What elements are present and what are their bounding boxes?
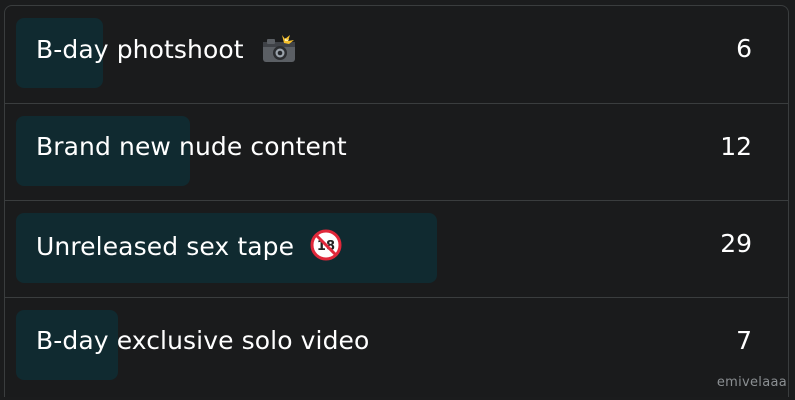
vote-count: 12 (720, 132, 752, 161)
no-under-18-icon: 18 (310, 229, 342, 267)
poll-option-label: Unreleased sex tape (36, 232, 295, 261)
vote-count: 7 (736, 326, 752, 355)
poll-option-label: B-day photshoot (36, 35, 244, 64)
poll-results-panel: B-day photshoot 6 Brand new nude content… (4, 5, 789, 397)
poll-option-row[interactable]: Brand new nude content 12 (5, 103, 788, 200)
camera-flash-icon (260, 34, 298, 70)
poll-option-row[interactable]: B-day photshoot 6 (5, 6, 788, 103)
poll-option-row[interactable]: B-day exclusive solo video 7 (5, 297, 788, 394)
poll-option-label-wrap: Unreleased sex tape 18 (36, 229, 342, 267)
poll-option-label: B-day exclusive solo video (36, 326, 370, 355)
watermark-text: emivelaaa (716, 375, 787, 390)
vote-count: 29 (720, 229, 752, 258)
poll-option-label-wrap: B-day photshoot (36, 34, 298, 70)
poll-option-row[interactable]: Unreleased sex tape 18 29 (5, 200, 788, 297)
poll-option-label: Brand new nude content (36, 132, 347, 161)
vote-count: 6 (736, 34, 752, 63)
